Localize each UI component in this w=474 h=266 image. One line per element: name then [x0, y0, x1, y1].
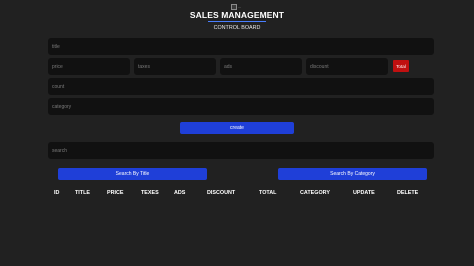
discount-input[interactable] — [310, 58, 388, 75]
search-input[interactable] — [52, 142, 434, 159]
search-by-category-button[interactable]: Search By Category — [278, 168, 427, 180]
page-title: SALES MANAGEMENT — [189, 10, 285, 20]
logo-image: ... — [231, 3, 243, 10]
column-header-delete: DELETE — [397, 190, 419, 196]
discount-field[interactable] — [306, 58, 388, 75]
taxes-field[interactable] — [134, 58, 216, 75]
column-header-discount: DISCOUNT — [207, 190, 236, 196]
search-field[interactable] — [48, 142, 434, 159]
category-field[interactable] — [48, 98, 434, 115]
column-header-price: PRICE — [107, 190, 124, 196]
create-button[interactable]: create — [180, 122, 294, 134]
count-field[interactable] — [48, 78, 434, 95]
column-header-title: TITLE — [75, 190, 90, 196]
column-header-category: CATEGORY — [300, 190, 330, 196]
price-field[interactable] — [48, 58, 130, 75]
logo-alt-text: ... — [238, 3, 242, 9]
title-field[interactable] — [48, 38, 434, 55]
ads-field[interactable] — [220, 58, 302, 75]
ads-input[interactable] — [224, 58, 302, 75]
column-header-update: UPDATE — [353, 190, 375, 196]
count-input[interactable] — [52, 78, 434, 95]
column-header-id: ID — [54, 190, 60, 196]
column-header-total: TOTAL — [259, 190, 277, 196]
column-header-ads: ADS — [174, 190, 186, 196]
column-header-taxes: TEXES — [141, 190, 159, 196]
search-by-title-button[interactable]: Search By Title — [58, 168, 207, 180]
title-input[interactable] — [52, 38, 434, 55]
category-input[interactable] — [52, 98, 434, 115]
taxes-input[interactable] — [138, 58, 216, 75]
total-badge: Total — [393, 60, 409, 72]
table-header: ID TITLE PRICE TEXES ADS DISCOUNT TOTAL … — [0, 190, 474, 200]
price-input[interactable] — [52, 58, 130, 75]
broken-image-icon — [231, 3, 237, 10]
page-subtitle: CONTROL BOARD — [213, 25, 261, 31]
title-underline — [208, 21, 266, 22]
